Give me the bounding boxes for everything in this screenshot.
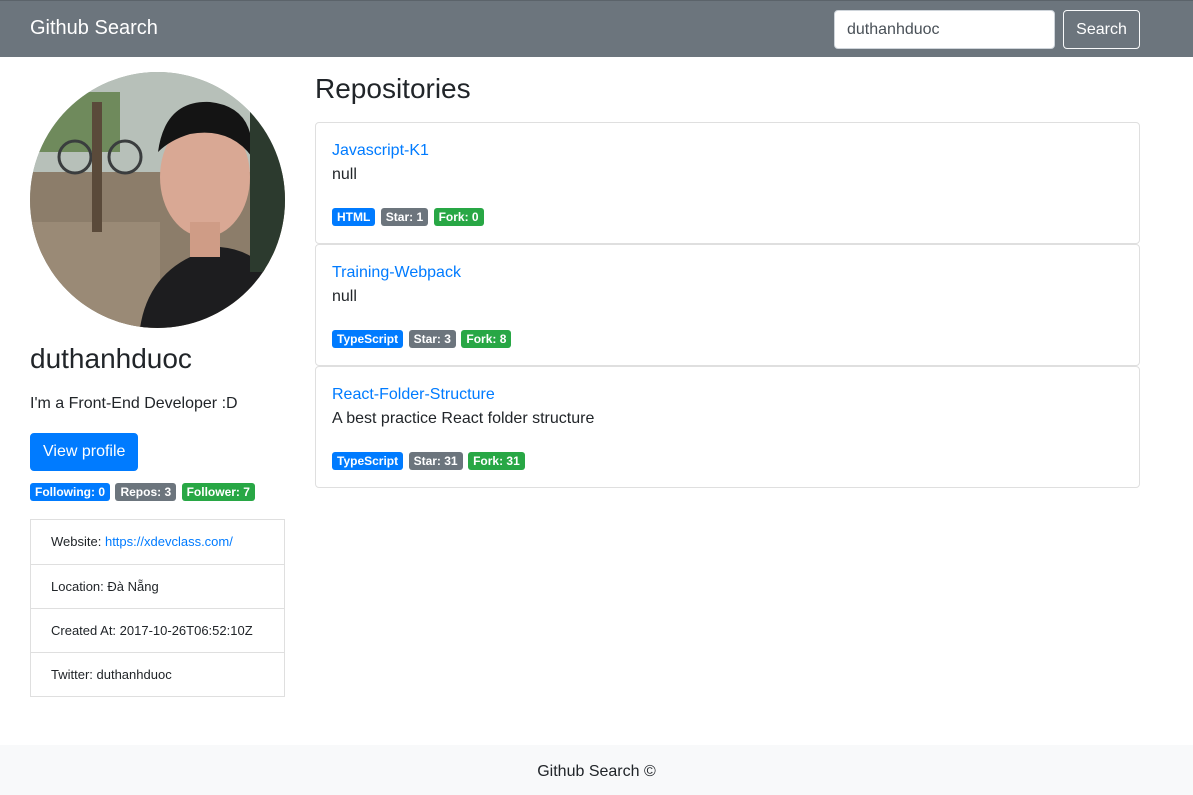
language-badge: HTML (332, 208, 376, 226)
created-at-item: Created At: 2017-10-26T06:52:10Z (31, 608, 284, 652)
fork-badge: Fork: 31 (468, 452, 525, 470)
website-label: Website: (51, 534, 102, 549)
navbar: Github Search Search (0, 0, 1193, 57)
follower-badge: Follower: 7 (181, 483, 255, 501)
repo-description: null (332, 166, 357, 183)
repo-name-link[interactable]: Training-Webpack (332, 263, 1123, 283)
star-badge: Star: 3 (408, 330, 456, 348)
repositories-title: Repositories (315, 73, 471, 104)
footer-text: Github Search © (537, 763, 656, 780)
footer: Github Search © (0, 745, 1193, 795)
star-badge: Star: 1 (380, 208, 429, 226)
repo-badges: TypeScript Star: 3 Fork: 8 (332, 330, 512, 348)
twitter-item: Twitter: duthanhduoc (31, 652, 284, 696)
website-link[interactable]: https://xdevclass.com/ (105, 534, 233, 549)
language-badge: TypeScript (332, 330, 404, 348)
language-badge: TypeScript (332, 452, 404, 470)
repo-description: null (332, 288, 357, 305)
repo-name-link[interactable]: Javascript-K1 (332, 141, 1123, 161)
search-input[interactable] (834, 10, 1055, 49)
search-button[interactable]: Search (1063, 10, 1140, 49)
following-badge: Following: 0 (30, 483, 110, 501)
repo-card: Training-Webpack null TypeScript Star: 3… (315, 244, 1140, 366)
profile-info-list: Website: https://xdevclass.com/ Location… (30, 519, 285, 697)
profile-badges: Following: 0 Repos: 3 Follower: 7 (30, 483, 256, 501)
fork-badge: Fork: 0 (433, 208, 484, 226)
repo-badges: HTML Star: 1 Fork: 0 (332, 208, 485, 226)
repo-description: A best practice React folder structure (332, 410, 595, 427)
repository-list: Javascript-K1 null HTML Star: 1 Fork: 0 … (315, 122, 1140, 488)
star-badge: Star: 31 (408, 452, 463, 470)
brand-link[interactable]: Github Search (30, 17, 158, 40)
repo-card: Javascript-K1 null HTML Star: 1 Fork: 0 (315, 122, 1140, 244)
fork-badge: Fork: 8 (461, 330, 512, 348)
repo-name-link[interactable]: React-Folder-Structure (332, 385, 1123, 405)
website-item: Website: https://xdevclass.com/ (31, 520, 284, 564)
repo-card: React-Folder-Structure A best practice R… (315, 366, 1140, 488)
repo-badges: TypeScript Star: 31 Fork: 31 (332, 452, 526, 470)
profile-bio: I'm a Front-End Developer :D (30, 395, 238, 412)
repos-badge: Repos: 3 (115, 483, 177, 501)
location-item: Location: Đà Nẵng (31, 564, 284, 608)
view-profile-button[interactable]: View profile (30, 433, 139, 471)
avatar (30, 72, 285, 328)
profile-username: duthanhduoc (30, 343, 192, 374)
